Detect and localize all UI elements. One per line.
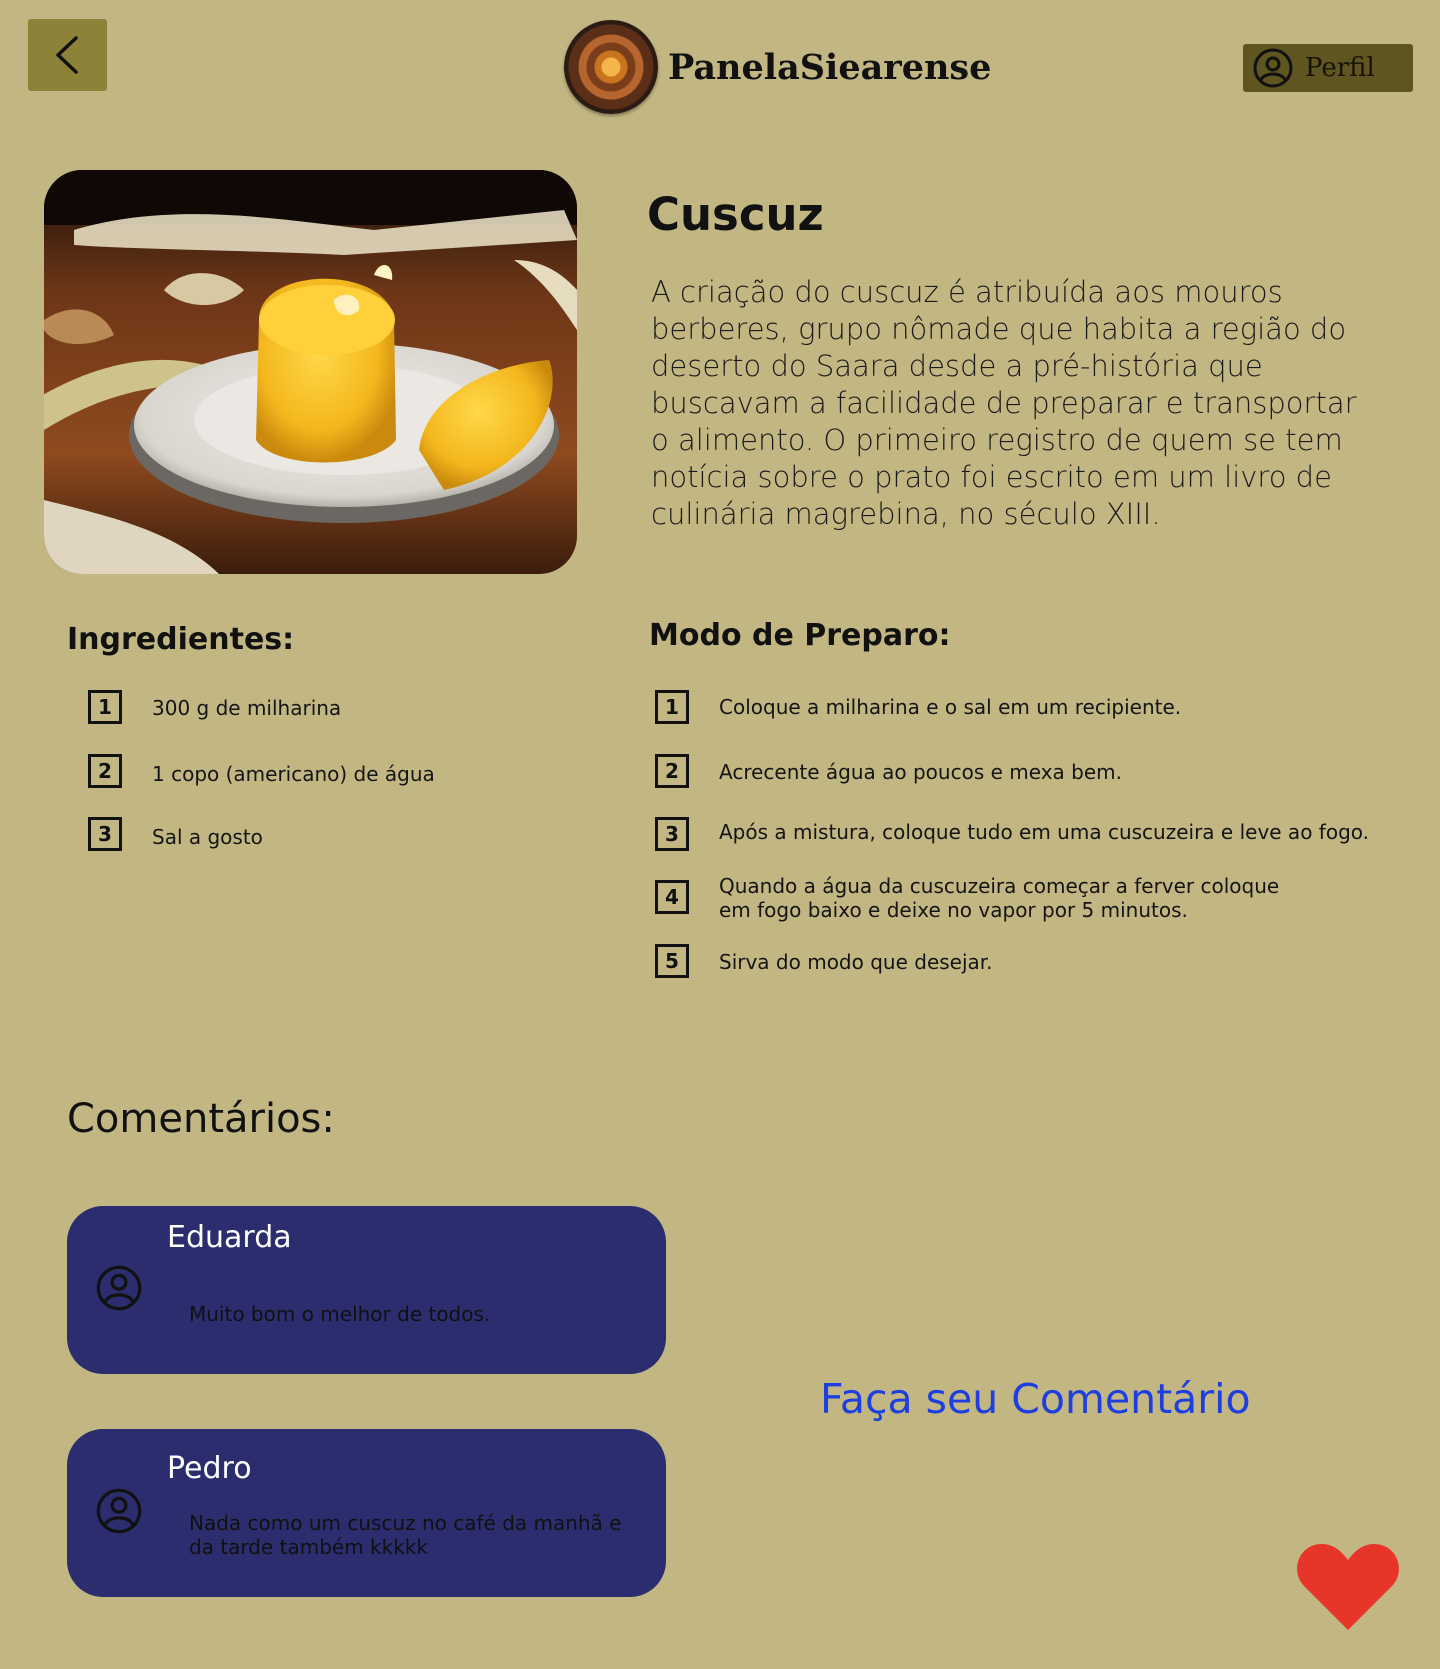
step-number: 3	[655, 817, 689, 851]
chevron-left-icon	[55, 36, 78, 74]
brand: PanelaSiearense	[564, 19, 991, 115]
ingredient-item: Sal a gosto	[152, 825, 263, 849]
step-number: 5	[655, 944, 689, 978]
comment-author: Eduarda	[167, 1220, 292, 1255]
step-number: 1	[655, 690, 689, 724]
recipe-title: Cuscuz	[647, 188, 824, 241]
step-item: Após a mistura, coloque tudo em uma cusc…	[719, 820, 1369, 844]
comment-text: Nada como um cuscuz no café da manhã e d…	[189, 1511, 622, 1559]
comment-author: Pedro	[167, 1451, 252, 1486]
step-item: Sirva do modo que desejar.	[719, 950, 993, 974]
make-comment-link[interactable]: Faça seu Comentário	[820, 1375, 1251, 1423]
profile-button[interactable]: Perfil	[1243, 44, 1413, 92]
step-number: 2	[655, 754, 689, 788]
ingredient-item: 1 copo (americano) de água	[152, 762, 435, 786]
step-item: Quando a água da cuscuzeira começar a fe…	[719, 874, 1280, 922]
comment-card[interactable]: Pedro Nada como um cuscuz no café da man…	[67, 1429, 666, 1597]
step-item: Acrecente água ao poucos e mexa bem.	[719, 760, 1122, 784]
user-circle-icon	[1253, 48, 1293, 88]
like-button[interactable]	[1296, 1540, 1400, 1632]
heart-icon	[1297, 1544, 1399, 1630]
steps-title: Modo de Preparo:	[649, 618, 951, 653]
user-circle-icon	[96, 1488, 142, 1534]
step-item: Coloque a milharina e o sal em um recipi…	[719, 695, 1182, 719]
comments-title: Comentários:	[67, 1096, 335, 1142]
brand-logo	[564, 20, 658, 114]
back-button[interactable]	[28, 19, 107, 91]
profile-label: Perfil	[1305, 53, 1375, 83]
brand-name: PanelaSiearense	[668, 46, 992, 88]
ingredient-number: 1	[88, 690, 122, 724]
dish-image	[44, 170, 577, 574]
user-circle-icon	[96, 1265, 142, 1311]
recipe-description: A criação do cuscuz é atribuída aos mour…	[651, 275, 1357, 531]
comment-text: Muito bom o melhor de todos.	[189, 1302, 491, 1326]
ingredients-title: Ingredientes:	[67, 622, 295, 657]
step-number: 4	[655, 880, 689, 914]
ingredient-number: 3	[88, 817, 122, 851]
ingredient-item: 300 g de milharina	[152, 696, 342, 720]
ingredient-number: 2	[88, 754, 122, 788]
comment-card[interactable]: Eduarda Muito bom o melhor de todos.	[67, 1206, 666, 1374]
